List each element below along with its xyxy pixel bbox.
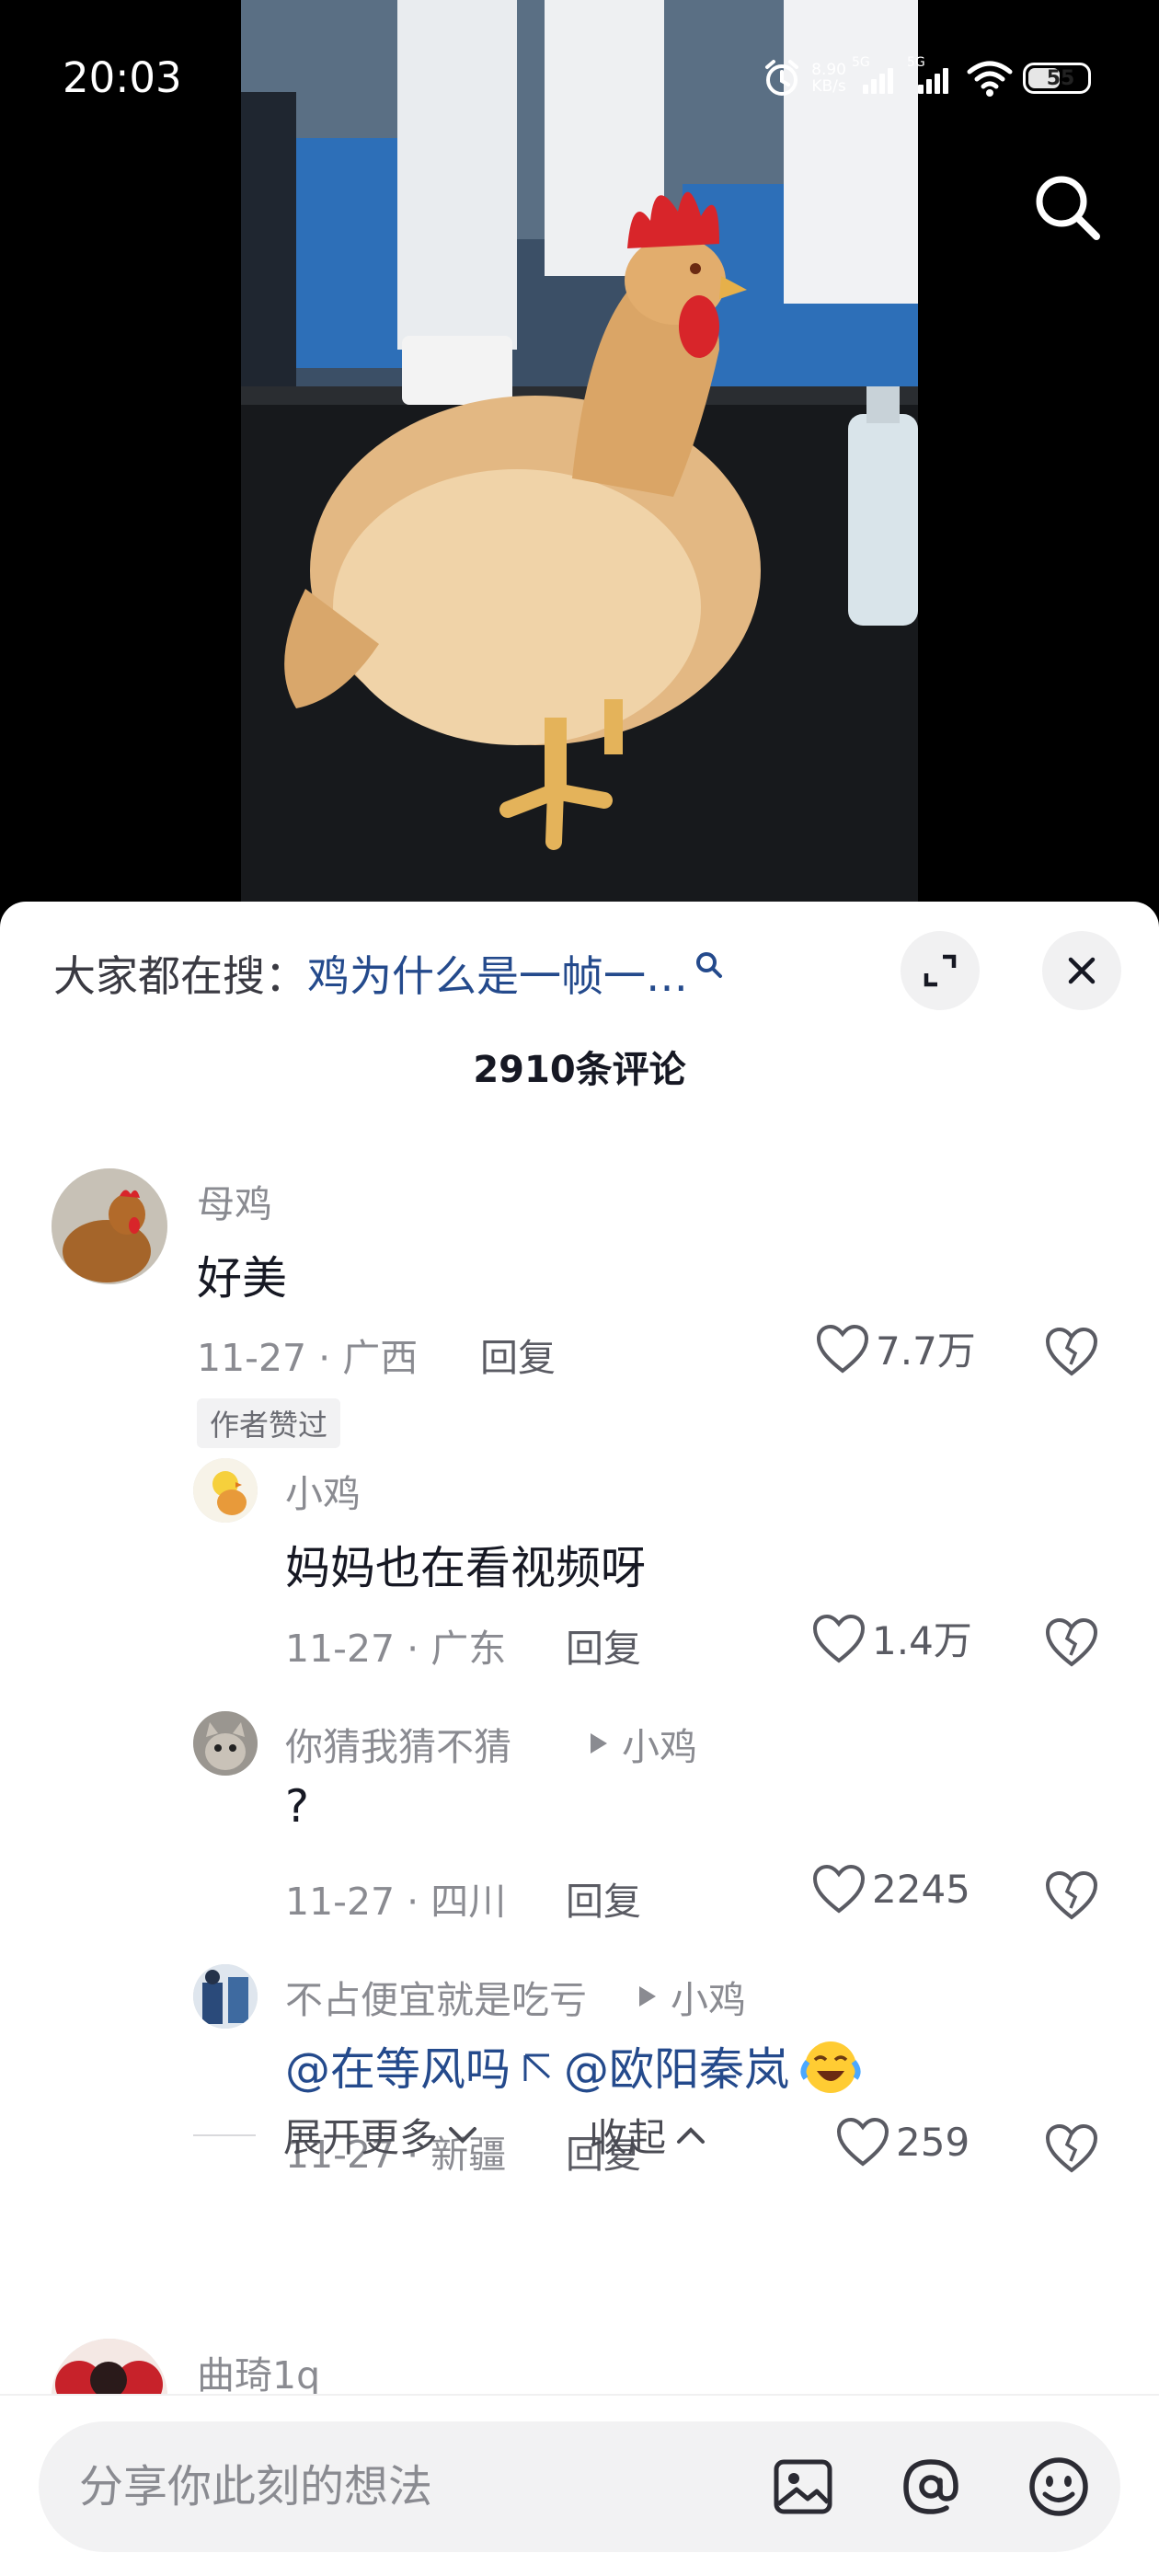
broken-heart-icon [1045,1617,1098,1667]
wind-sign-icon [523,2053,551,2081]
comment-text: 好美 [197,1252,288,1305]
laughing-crying-emoji-icon [800,2041,861,2093]
collapse-button[interactable]: 收起 [589,2107,706,2163]
reply-text: 妈妈也在看视频呀 [285,1542,647,1594]
mention-user-button[interactable] [897,2453,965,2521]
avatar[interactable] [193,1964,258,2029]
hot-search-query[interactable]: 鸡为什么是一帧一… [307,943,688,1004]
reply-to-username[interactable]: 小鸡 [671,1969,746,2024]
comments-sheet: 大家都在搜： 鸡为什么是一帧一… 2910条评论 母鸡 好美 11-27 · 广… [0,902,1159,2576]
comment-count-title: 2910条评论 [473,1049,686,1091]
like-count: 1.4万 [872,1618,972,1663]
net-speed: 8.90 KB/s [811,62,846,95]
chick-avatar-image [193,1458,258,1523]
net-speed-value: 8.90 [811,61,846,79]
like-button[interactable]: 1.4万 [811,1610,972,1666]
battery-indicator: 55 [1023,63,1091,94]
reply-to-indicator: 小鸡 [637,1969,746,2024]
sim2-label: 5G [907,55,925,70]
divider [193,2133,256,2136]
author-liked-badge: 作者赞过 [197,1398,341,1448]
hot-search-bar[interactable]: 大家都在搜： 鸡为什么是一帧一… [53,943,725,1004]
comment-username[interactable]: 母鸡 [197,1173,272,1228]
reply-date-location: 11-27 · 四川 [285,1880,507,1924]
dislike-button[interactable] [1043,1866,1100,1923]
search-icon [1036,176,1100,240]
alarm-icon [765,60,799,96]
signal-sim1: 5G [852,55,901,94]
reply-username[interactable]: 小鸡 [285,1463,361,1518]
reply-date-location: 11-27 · 广东 [285,1627,507,1671]
signal-sim2: 5G [907,55,957,94]
close-icon [1068,957,1096,984]
video-player[interactable]: 20:03 8.90 KB/s 5G 5G 55 [0,0,1159,920]
like-button[interactable]: 259 [835,2116,970,2168]
heart-icon [812,1864,866,1914]
expand-fullscreen-button[interactable] [901,931,980,1010]
heart-icon [816,1324,869,1374]
hot-search-icon [696,952,722,978]
like-count: 259 [896,2119,970,2165]
like-button[interactable]: 2245 [811,1863,970,1915]
avatar[interactable] [193,1711,258,1776]
mention-link[interactable]: @欧阳秦岚 [564,2033,789,2099]
reply-to-username[interactable]: 小鸡 [622,1716,697,1771]
reply-username[interactable]: 不占便宜就是吃亏 [285,1969,587,2024]
play-arrow-icon [591,1733,607,1754]
chevron-up-icon [677,2126,706,2144]
status-bar: 20:03 8.90 KB/s 5G 5G 55 [0,0,1159,156]
dislike-button[interactable] [1043,2119,1100,2176]
sim1-label: 5G [852,55,870,70]
comment-input-container[interactable] [39,2421,1120,2552]
status-clock: 20:03 [63,53,182,102]
emoji-button[interactable] [1025,2453,1093,2521]
like-button[interactable]: 7.7万 [815,1320,976,1376]
insert-image-button[interactable] [769,2453,837,2521]
comment-username[interactable]: 曲琦1q [197,2344,320,2399]
broken-heart-icon [1045,2123,1098,2173]
expand-more-label: 展开更多 [283,2115,439,2160]
cat-avatar-image [193,1711,258,1776]
like-count: 2245 [872,1866,970,1912]
reply-to-indicator: 小鸡 [589,1716,697,1771]
heart-icon [836,2117,889,2167]
hen-avatar-image [52,1168,167,1284]
heart-icon [812,1614,866,1663]
collapse-label: 收起 [589,2115,667,2160]
net-speed-unit: KB/s [811,77,846,96]
video-search-button[interactable] [1030,170,1104,244]
comment-date-location: 11-27 · 广西 [197,1336,419,1380]
play-arrow-icon [639,1986,656,2007]
like-count: 7.7万 [876,1328,976,1374]
reply-button[interactable]: 回复 [566,1617,641,1673]
reply-username[interactable]: 你猜我猜不猜 [285,1716,511,1771]
emoji-icon [1029,2457,1088,2516]
dislike-button[interactable] [1043,1322,1100,1379]
fullscreen-icon [924,954,957,987]
battery-level: 55 [1046,66,1075,90]
image-icon [774,2459,832,2514]
reply-button[interactable]: 回复 [566,1870,641,1926]
broken-heart-icon [1045,1327,1098,1376]
status-icons: 8.90 KB/s 5G 5G 55 [762,55,1091,101]
comment-input-bar [0,2394,1159,2576]
avatar[interactable] [52,1168,167,1284]
chevron-down-icon [449,2126,477,2144]
at-icon [903,2459,958,2514]
mention-link[interactable]: @在等风吗 [285,2033,511,2099]
reply-text: ? [285,1780,310,1833]
close-comments-button[interactable] [1042,931,1121,1010]
wifi-icon [967,61,1013,97]
reply-button[interactable]: 回复 [480,1327,556,1382]
reply-text: @在等风吗 @欧阳秦岚 [285,2033,863,2099]
expand-more-button[interactable]: 展开更多 [283,2107,478,2163]
comment-input[interactable] [79,2421,760,2552]
avatar[interactable] [193,1458,258,1523]
person-avatar-image [193,1964,258,2029]
replies-expand-row: 展开更多 收起 [193,2107,706,2163]
dislike-button[interactable] [1043,1613,1100,1670]
hot-search-prefix: 大家都在搜： [53,951,307,1001]
broken-heart-icon [1045,1870,1098,1920]
